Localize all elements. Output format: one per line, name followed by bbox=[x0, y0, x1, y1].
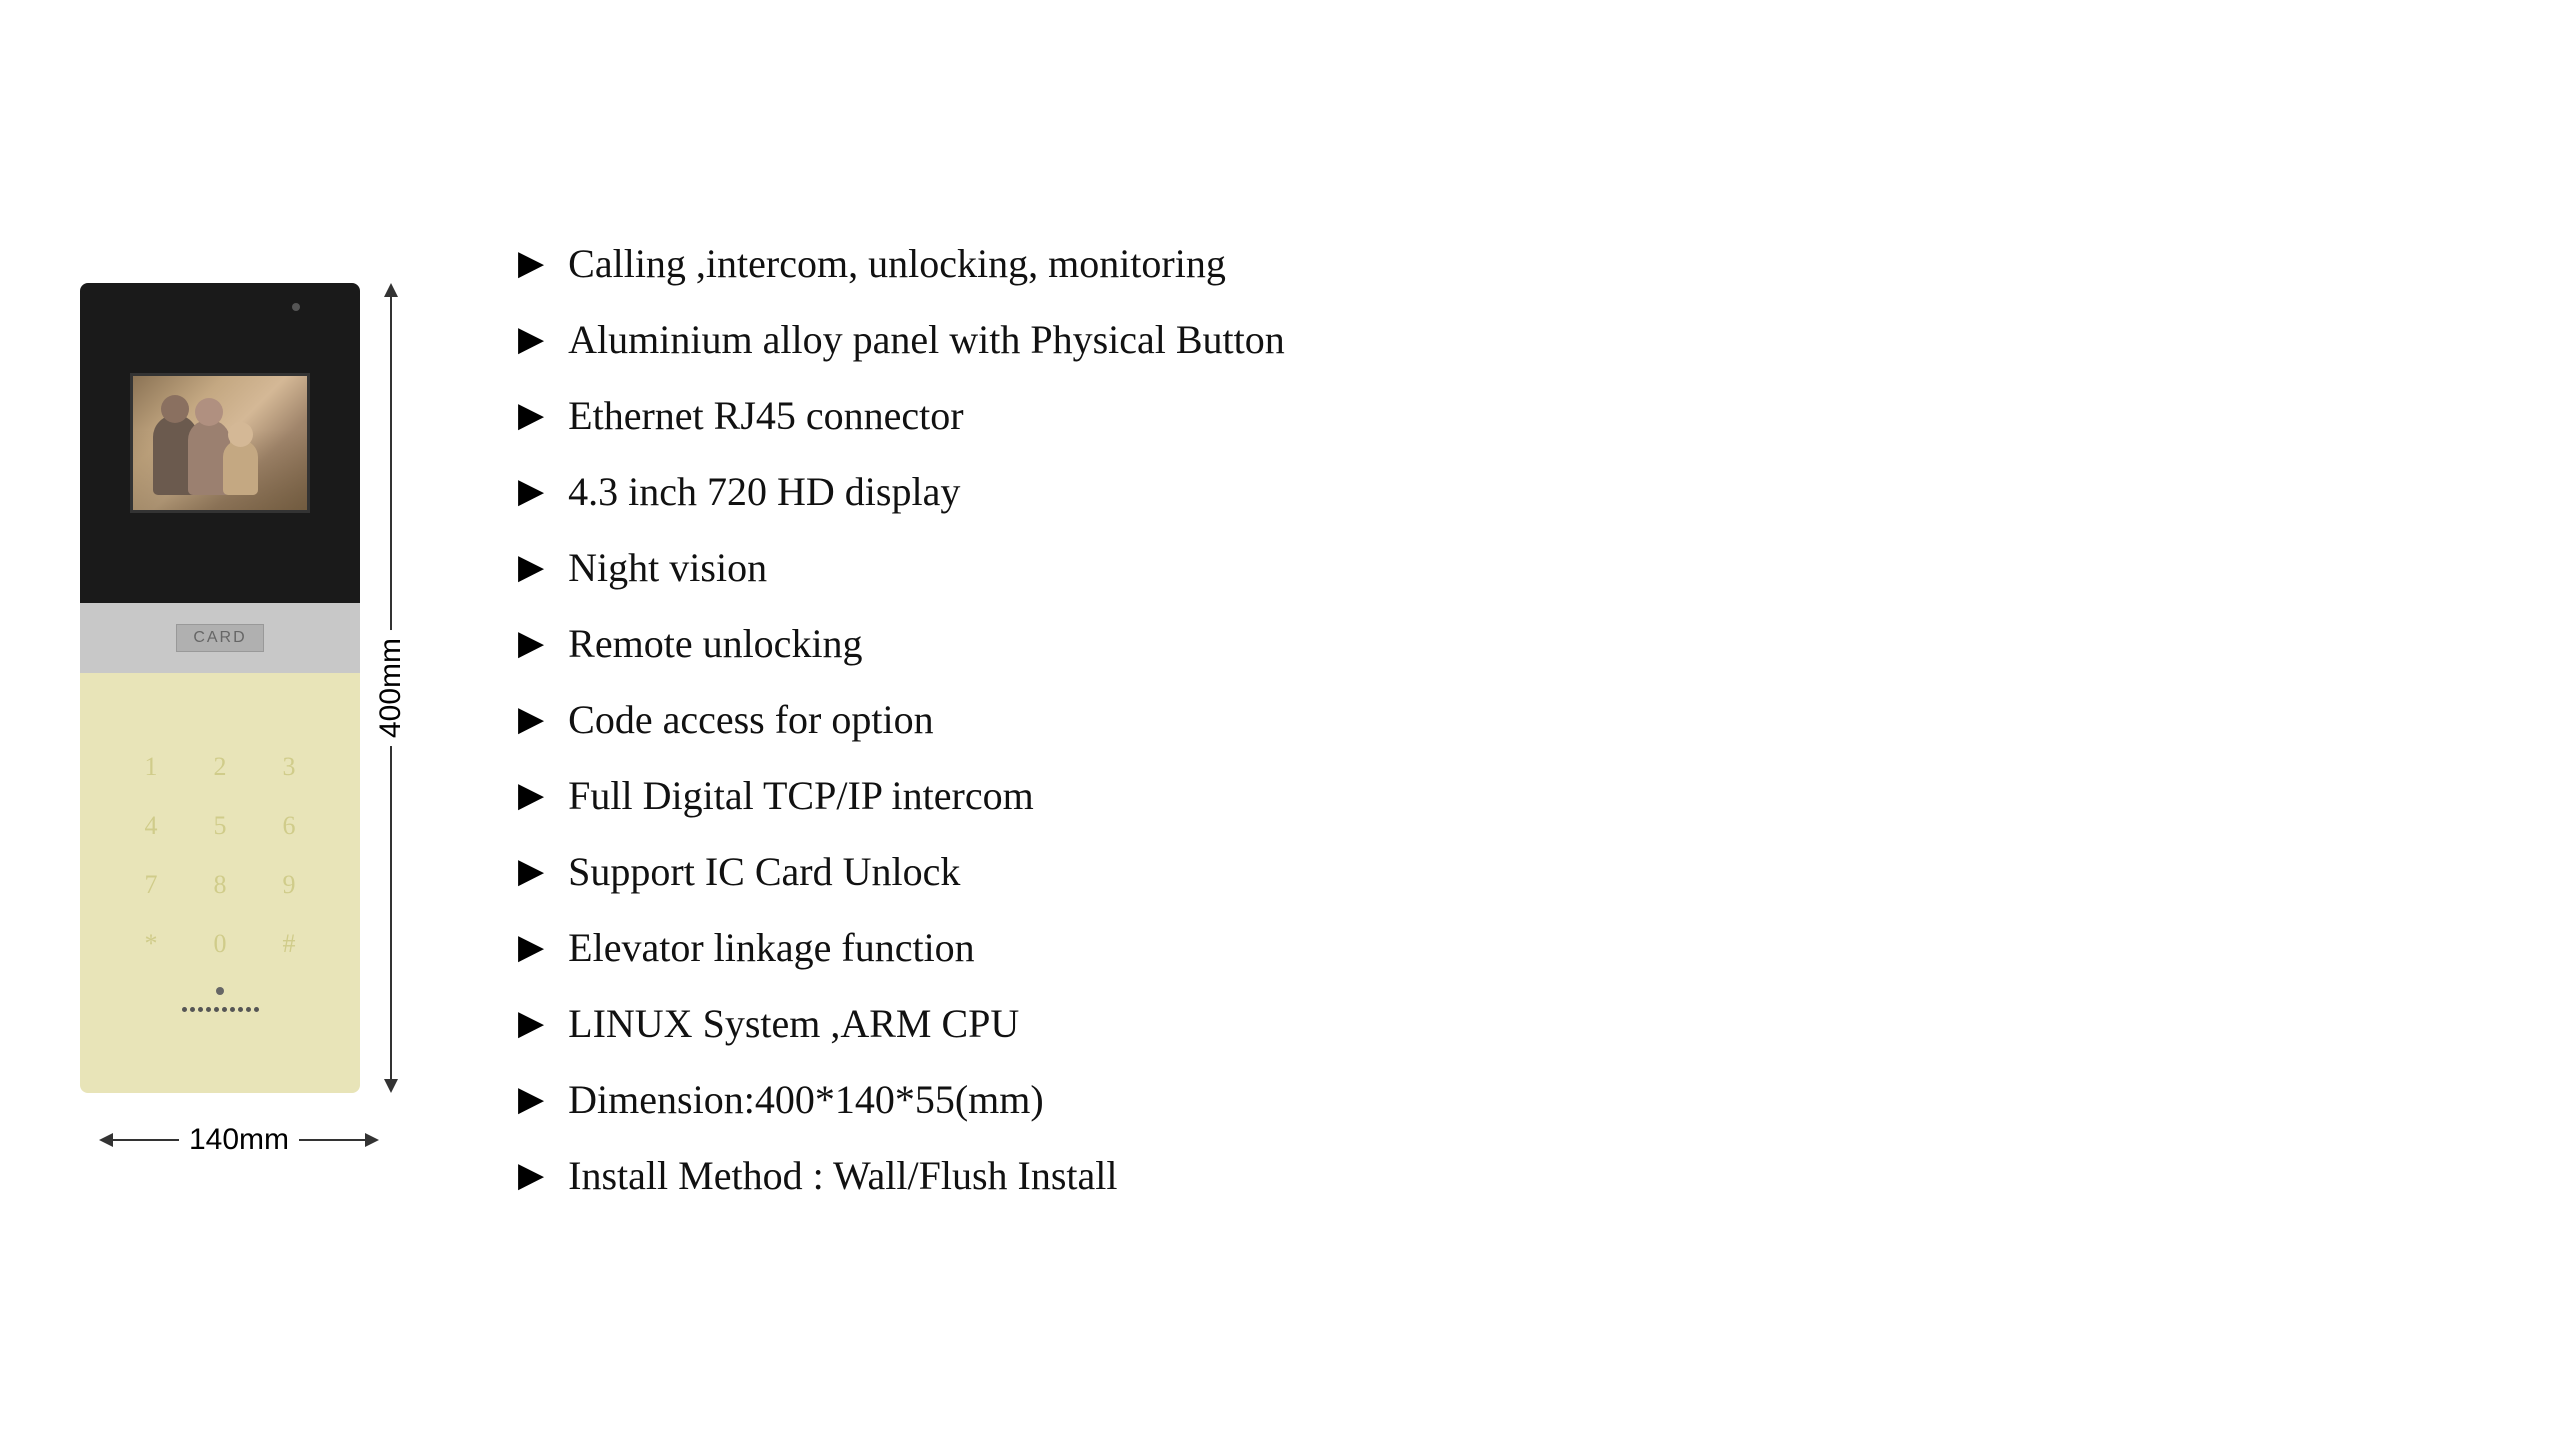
arrow-down bbox=[384, 1079, 398, 1093]
speaker-dot bbox=[214, 1007, 219, 1012]
speaker-dot bbox=[182, 1007, 187, 1012]
speaker-dot bbox=[230, 1007, 235, 1012]
speaker-dot bbox=[238, 1007, 243, 1012]
bullet-arrow-icon: ▶ bbox=[518, 551, 544, 585]
bullet-arrow-icon: ▶ bbox=[518, 399, 544, 433]
bullet-arrow-icon: ▶ bbox=[518, 931, 544, 965]
feature-text: Calling ,intercom, unlocking, monitoring bbox=[568, 240, 1226, 288]
bullet-arrow-icon: ▶ bbox=[518, 1159, 544, 1193]
feature-item: ▶ Full Digital TCP/IP intercom bbox=[518, 772, 2480, 820]
bullet-arrow-icon: ▶ bbox=[518, 855, 544, 889]
keypad-key: 8 bbox=[193, 863, 248, 908]
person-child bbox=[223, 440, 258, 495]
bullet-arrow-icon: ▶ bbox=[518, 1083, 544, 1117]
keypad-key: 5 bbox=[193, 804, 248, 849]
speaker-dot bbox=[254, 1007, 259, 1012]
feature-text: Elevator linkage function bbox=[568, 924, 975, 972]
keypad-key: * bbox=[124, 922, 179, 967]
top-panel bbox=[80, 283, 360, 603]
bullet-arrow-icon: ▶ bbox=[518, 1007, 544, 1041]
feature-item: ▶ Aluminium alloy panel with Physical But… bbox=[518, 316, 2480, 364]
bullet-arrow-icon: ▶ bbox=[518, 475, 544, 509]
horizontal-line bbox=[299, 1139, 365, 1141]
feature-item: ▶ Elevator linkage function bbox=[518, 924, 2480, 972]
width-label: 140mm bbox=[179, 1123, 299, 1157]
main-container: CARD 123 456 789 * 0 # bbox=[0, 0, 2560, 1440]
width-dimension: 140mm bbox=[99, 1123, 379, 1157]
bullet-arrow-icon: ▶ bbox=[518, 703, 544, 737]
keypad-key: 4 bbox=[124, 804, 179, 849]
card-label: CARD bbox=[176, 624, 263, 652]
feature-item: ▶ Dimension:400*140*55(mm) bbox=[518, 1076, 2480, 1124]
height-label: 400mm bbox=[370, 630, 412, 746]
feature-item: ▶ Install Method : Wall/Flush Install bbox=[518, 1152, 2480, 1200]
arrow-left bbox=[99, 1133, 113, 1147]
vertical-line bbox=[390, 688, 392, 1079]
feature-item: ▶ Calling ,intercom, unlocking, monitorin… bbox=[518, 240, 2480, 288]
feature-item: ▶ Support IC Card Unlock bbox=[518, 848, 2480, 896]
feature-text: Support IC Card Unlock bbox=[568, 848, 960, 896]
feature-text: 4.3 inch 720 HD display bbox=[568, 468, 960, 516]
feature-text: Code access for option bbox=[568, 696, 933, 744]
feature-item: ▶ Night vision bbox=[518, 544, 2480, 592]
camera-dot bbox=[292, 303, 300, 311]
bullet-arrow-icon: ▶ bbox=[518, 247, 544, 281]
speaker-dots bbox=[182, 1007, 259, 1012]
speaker-dot bbox=[190, 1007, 195, 1012]
device-section: CARD 123 456 789 * 0 # bbox=[80, 283, 398, 1157]
card-panel: CARD bbox=[80, 603, 360, 673]
feature-text: Remote unlocking bbox=[568, 620, 862, 668]
keypad-key: 3 bbox=[262, 745, 317, 790]
keypad-key: 6 bbox=[262, 804, 317, 849]
keypad-bottom bbox=[182, 987, 259, 1012]
speaker-dot bbox=[198, 1007, 203, 1012]
feature-item: ▶ Code access for option bbox=[518, 696, 2480, 744]
horizontal-line bbox=[113, 1139, 179, 1141]
speaker-dot bbox=[206, 1007, 211, 1012]
bullet-arrow-icon: ▶ bbox=[518, 627, 544, 661]
feature-item: ▶ Ethernet RJ45 connector bbox=[518, 392, 2480, 440]
feature-item: ▶ 4.3 inch 720 HD display bbox=[518, 468, 2480, 516]
arrow-up bbox=[384, 283, 398, 297]
keypad-grid: 123 456 789 * 0 # bbox=[124, 745, 317, 967]
feature-text: Full Digital TCP/IP intercom bbox=[568, 772, 1034, 820]
feature-text: Ethernet RJ45 connector bbox=[568, 392, 963, 440]
feature-item: ▶ Remote unlocking bbox=[518, 620, 2480, 668]
screen-image bbox=[133, 376, 307, 510]
keypad-key: 7 bbox=[124, 863, 179, 908]
feature-text: Aluminium alloy panel with Physical Butt… bbox=[568, 316, 1285, 364]
speaker-dot bbox=[222, 1007, 227, 1012]
bullet-arrow-icon: ▶ bbox=[518, 323, 544, 357]
screen bbox=[130, 373, 310, 513]
keypad-key: 2 bbox=[193, 745, 248, 790]
keypad-key: # bbox=[262, 922, 317, 967]
height-dimension: 400mm bbox=[384, 283, 398, 1093]
feature-text: Install Method : Wall/Flush Install bbox=[568, 1152, 1117, 1200]
feature-text: Dimension:400*140*55(mm) bbox=[568, 1076, 1044, 1124]
feature-item: ▶ LINUX System ,ARM CPU bbox=[518, 1000, 2480, 1048]
keypad-panel: 123 456 789 * 0 # bbox=[80, 673, 360, 1093]
feature-text: Night vision bbox=[568, 544, 767, 592]
keypad-key: 9 bbox=[262, 863, 317, 908]
dimension-wrapper: CARD 123 456 789 * 0 # bbox=[80, 283, 398, 1093]
status-light bbox=[216, 987, 224, 995]
device-body: CARD 123 456 789 * 0 # bbox=[80, 283, 360, 1093]
features-section: ▶ Calling ,intercom, unlocking, monitorin… bbox=[518, 240, 2480, 1200]
arrow-right bbox=[365, 1133, 379, 1147]
keypad-key: 1 bbox=[124, 745, 179, 790]
speaker-dot bbox=[246, 1007, 251, 1012]
keypad-key: 0 bbox=[193, 922, 248, 967]
feature-text: LINUX System ,ARM CPU bbox=[568, 1000, 1019, 1048]
bullet-arrow-icon: ▶ bbox=[518, 779, 544, 813]
